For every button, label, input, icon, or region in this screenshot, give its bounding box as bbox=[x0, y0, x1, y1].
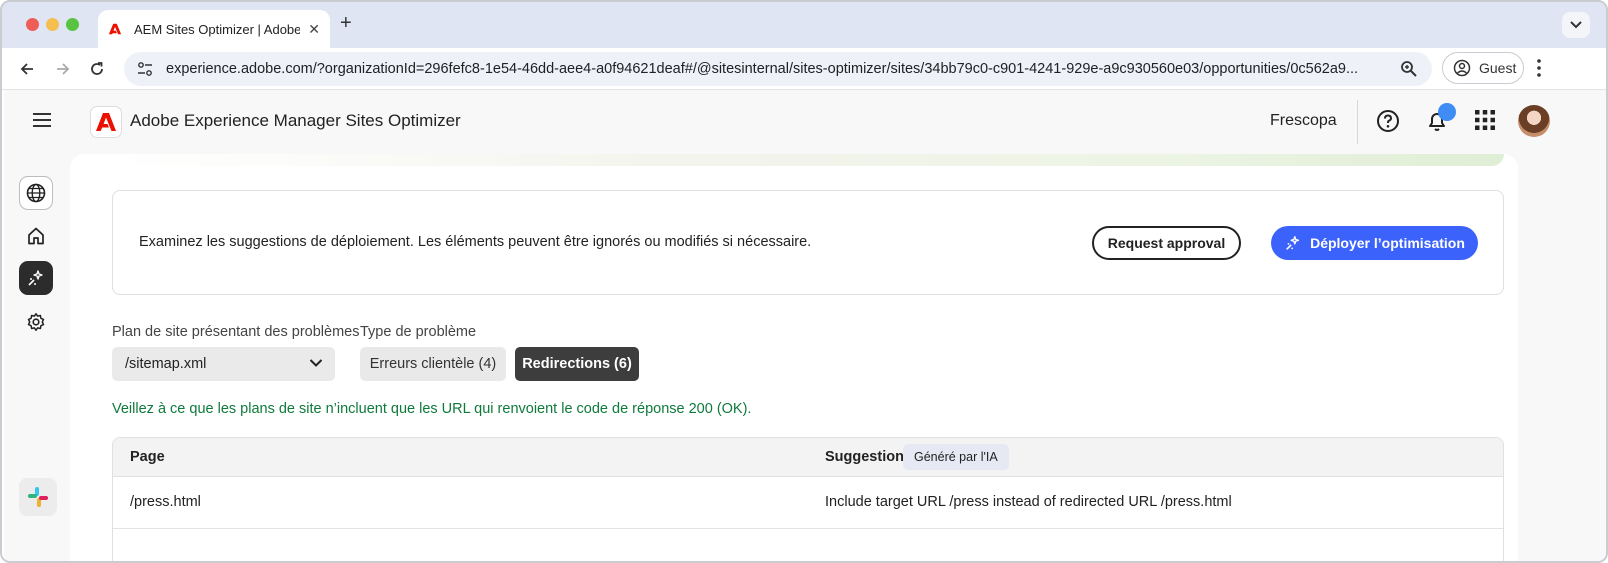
tab-close-icon[interactable]: ✕ bbox=[308, 21, 320, 38]
gear-icon bbox=[27, 313, 45, 331]
new-tab-icon[interactable]: + bbox=[340, 12, 352, 35]
nav-sites-button[interactable] bbox=[19, 176, 53, 210]
column-header-page: Page bbox=[130, 449, 165, 465]
nav-opportunities-button[interactable] bbox=[19, 261, 53, 295]
back-button[interactable] bbox=[16, 58, 38, 80]
ai-generated-badge: Généré par l'IA bbox=[903, 444, 1009, 470]
slack-icon bbox=[28, 487, 48, 507]
profile-button[interactable]: Guest bbox=[1442, 52, 1524, 84]
app-header: Adobe Experience Manager Sites Optimizer… bbox=[4, 90, 1606, 154]
nav-settings-button[interactable] bbox=[19, 305, 53, 339]
address-bar[interactable]: experience.adobe.com/?organizationId=296… bbox=[124, 52, 1432, 86]
magic-wand-icon bbox=[28, 270, 43, 286]
row-suggestion: Include target URL /press instead of red… bbox=[825, 494, 1232, 510]
profile-icon bbox=[1453, 59, 1471, 77]
slack-button[interactable] bbox=[19, 478, 57, 516]
deploy-panel: Examinez les suggestions de déploiement.… bbox=[112, 190, 1504, 295]
user-avatar[interactable] bbox=[1518, 105, 1550, 137]
table-row[interactable]: /press.html Include target URL /press in… bbox=[113, 477, 1503, 529]
reload-icon bbox=[91, 62, 103, 75]
sitemap-select-value: /sitemap.xml bbox=[125, 356, 207, 372]
org-switcher[interactable]: Frescopa bbox=[1270, 112, 1337, 130]
header-divider bbox=[1357, 100, 1358, 144]
adobe-favicon-icon bbox=[108, 23, 122, 35]
browser-window: AEM Sites Optimizer | Adobe ✕ + experien… bbox=[0, 0, 1608, 563]
table-header: Page Suggestion Généré par l'IA bbox=[113, 438, 1503, 477]
segment-client-errors[interactable]: Erreurs clientèle (4) bbox=[360, 347, 506, 381]
magic-wand-icon bbox=[1286, 236, 1300, 250]
zoom-icon[interactable] bbox=[1400, 60, 1418, 78]
browser-toolbar: experience.adobe.com/?organizationId=296… bbox=[2, 48, 1606, 90]
adobe-logo[interactable] bbox=[90, 106, 122, 138]
tab-title: AEM Sites Optimizer | Adobe bbox=[134, 21, 301, 37]
url-text: experience.adobe.com/?organizationId=296… bbox=[166, 61, 1359, 77]
tab-search-button[interactable] bbox=[1562, 12, 1590, 38]
deploy-description: Examinez les suggestions de déploiement.… bbox=[139, 234, 812, 250]
column-header-suggestion: Suggestion bbox=[825, 449, 904, 465]
left-nav-rail bbox=[4, 154, 68, 561]
issues-table: Page Suggestion Généré par l'IA /press.h… bbox=[112, 437, 1504, 561]
browser-menu-button[interactable] bbox=[1536, 58, 1542, 83]
site-settings-icon[interactable] bbox=[136, 60, 154, 78]
app-title: Adobe Experience Manager Sites Optimizer bbox=[130, 111, 461, 130]
issue-type-label: Type de problème bbox=[360, 324, 477, 340]
hamburger-icon bbox=[33, 113, 51, 127]
app-switcher-icon[interactable] bbox=[1474, 109, 1496, 131]
browser-tab-active[interactable]: AEM Sites Optimizer | Adobe ✕ bbox=[98, 10, 330, 48]
arrow-left-icon bbox=[20, 63, 33, 75]
arrow-right-icon bbox=[57, 63, 70, 75]
help-icon[interactable] bbox=[1376, 109, 1400, 133]
maximize-window-button[interactable] bbox=[66, 18, 79, 31]
forward-button[interactable] bbox=[52, 58, 74, 80]
close-window-button[interactable] bbox=[26, 18, 39, 31]
deploy-label: Déployer l’optimisation bbox=[1310, 235, 1465, 251]
sitemap-filter-label: Plan de site présentant des problèmes bbox=[112, 324, 360, 340]
notification-badge bbox=[1438, 103, 1456, 121]
deploy-optimization-button[interactable]: Déployer l’optimisation bbox=[1271, 226, 1478, 260]
segment-redirects[interactable]: Redirections (6) bbox=[515, 347, 639, 381]
home-icon bbox=[28, 227, 44, 245]
row-page: /press.html bbox=[130, 494, 201, 510]
banner-strip bbox=[112, 154, 1504, 166]
sitemap-hint: Veillez à ce que les plans de site n’inc… bbox=[112, 401, 752, 417]
more-vertical-icon bbox=[1537, 59, 1541, 77]
adobe-logo-icon bbox=[96, 113, 116, 131]
menu-button[interactable] bbox=[32, 112, 52, 133]
globe-icon bbox=[26, 183, 46, 203]
chevron-down-icon bbox=[1570, 21, 1582, 29]
sitemap-select[interactable]: /sitemap.xml bbox=[112, 347, 335, 381]
chevron-down-icon bbox=[309, 359, 323, 367]
nav-home-button[interactable] bbox=[19, 219, 53, 253]
minimize-window-button[interactable] bbox=[46, 18, 59, 31]
request-approval-button[interactable]: Request approval bbox=[1092, 226, 1241, 260]
reload-button[interactable] bbox=[86, 58, 108, 80]
profile-label: Guest bbox=[1479, 60, 1517, 76]
tab-strip: AEM Sites Optimizer | Adobe ✕ + bbox=[2, 2, 1606, 48]
